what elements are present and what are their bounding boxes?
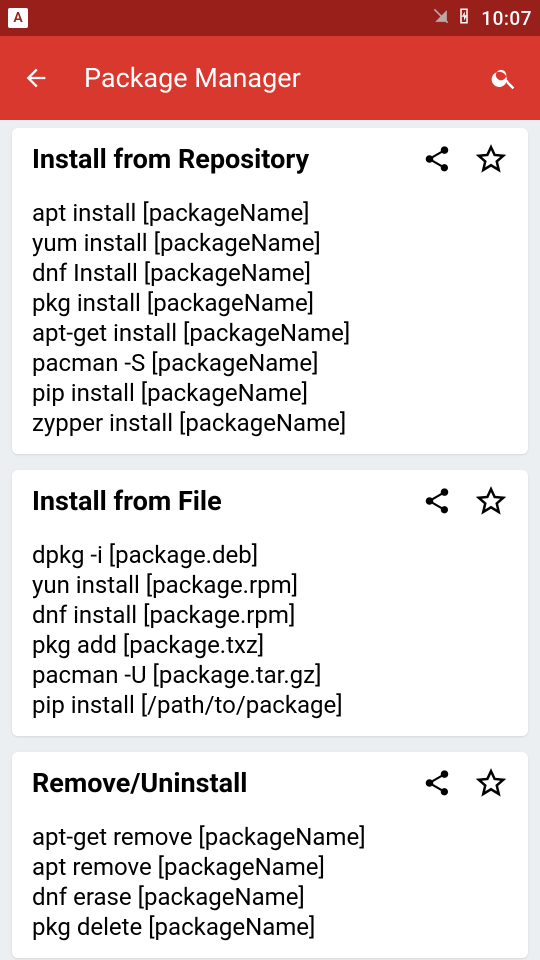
star-outline-icon <box>476 486 506 516</box>
card-body: apt-get remove [packageName] apt remove … <box>32 822 508 942</box>
star-outline-icon <box>476 144 506 174</box>
card-remove[interactable]: Remove/Uninstall apt-get remove [package… <box>12 752 528 958</box>
share-icon <box>422 144 452 174</box>
share-button[interactable] <box>420 484 454 518</box>
star-outline-icon <box>476 768 506 798</box>
app-bar-title: Package Manager <box>84 62 456 94</box>
share-icon <box>422 768 452 798</box>
status-right: 10:07 <box>427 5 532 31</box>
arrow-back-icon <box>22 64 50 92</box>
back-button[interactable] <box>16 58 56 98</box>
app-bar: Package Manager <box>0 36 540 120</box>
card-install-repo[interactable]: Install from Repository apt install [pac… <box>12 128 528 454</box>
favorite-button[interactable] <box>474 484 508 518</box>
favorite-button[interactable] <box>474 766 508 800</box>
search-button[interactable] <box>484 58 524 98</box>
card-title: Remove/Uninstall <box>32 767 420 799</box>
share-icon <box>422 486 452 516</box>
battery-charging-icon <box>455 5 473 31</box>
content-scroll[interactable]: Install from Repository apt install [pac… <box>0 120 540 960</box>
card-actions <box>420 142 508 176</box>
card-install-file[interactable]: Install from File dpkg -i [package.deb] … <box>12 470 528 736</box>
status-left: A <box>8 8 28 28</box>
card-body: apt install [packageName] yum install [p… <box>32 198 508 438</box>
card-actions <box>420 484 508 518</box>
card-actions <box>420 766 508 800</box>
share-button[interactable] <box>420 142 454 176</box>
no-sim-icon <box>431 6 451 30</box>
search-icon <box>490 64 518 92</box>
card-header: Install from Repository <box>32 142 508 176</box>
card-title: Install from Repository <box>32 143 420 175</box>
status-bar: A 10:07 <box>0 0 540 36</box>
status-app-badge: A <box>8 8 28 28</box>
card-header: Install from File <box>32 484 508 518</box>
favorite-button[interactable] <box>474 142 508 176</box>
share-button[interactable] <box>420 766 454 800</box>
card-header: Remove/Uninstall <box>32 766 508 800</box>
card-title: Install from File <box>32 485 420 517</box>
card-body: dpkg -i [package.deb] yun install [packa… <box>32 540 508 720</box>
status-time: 10:07 <box>481 7 532 30</box>
